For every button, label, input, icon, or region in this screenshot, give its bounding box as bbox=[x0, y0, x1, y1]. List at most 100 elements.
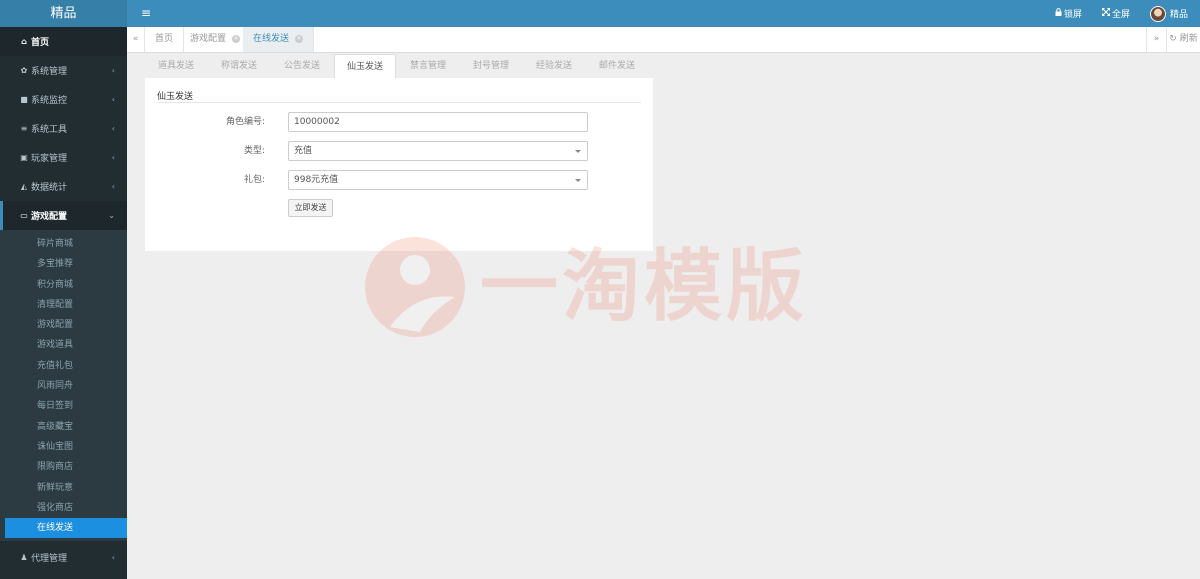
refresh-label: 刷新 bbox=[1179, 34, 1198, 44]
chevron-left-icon: ‹ bbox=[111, 153, 115, 162]
brand-logo[interactable]: 精品 bbox=[0, 0, 127, 27]
tab-online-send[interactable]: 在线发送 × bbox=[243, 27, 314, 52]
chevron-down-icon: ⌄ bbox=[108, 211, 115, 220]
tab-game-config[interactable]: 游戏配置 × bbox=[180, 27, 251, 52]
submenu-item[interactable]: 每日签到 bbox=[0, 396, 127, 416]
chevron-left-icon: ‹ bbox=[111, 95, 115, 104]
sidebar-item-system-tools[interactable]: ≡ 系统工具 ‹ bbox=[0, 114, 127, 143]
sidebar-item-system-manage[interactable]: ✿ 系统管理 ‹ bbox=[0, 56, 127, 85]
gear-icon: ✿ bbox=[20, 66, 28, 75]
role-row: 角色编号: 10000002 bbox=[145, 112, 653, 132]
close-icon[interactable]: × bbox=[231, 34, 240, 43]
submenu-item[interactable]: 清理配置 bbox=[0, 295, 127, 315]
sidebar-item-label: 代理管理 bbox=[31, 554, 68, 565]
sidebar-item-agent-manage[interactable]: ♟ 代理管理 ‹ bbox=[0, 543, 127, 572]
desktop-icon: ▭ bbox=[20, 211, 28, 220]
sidebar-item-home[interactable]: ⌂ 首页 bbox=[0, 27, 127, 56]
tab-label: 首页 bbox=[155, 34, 174, 44]
tab-exp-send[interactable]: 经验发送 bbox=[523, 54, 585, 78]
submenu-item-active[interactable]: 在线发送 bbox=[5, 518, 127, 539]
fullscreen-button[interactable]: 全屏 bbox=[1101, 7, 1130, 20]
fullscreen-label: 全屏 bbox=[1111, 10, 1130, 20]
submenu-item[interactable]: 多宝推荐 bbox=[0, 254, 127, 274]
watermark-text: 一淘模版 bbox=[480, 242, 809, 332]
submenu-item[interactable]: 强化商店 bbox=[0, 498, 127, 518]
role-label: 角色编号: bbox=[225, 117, 265, 127]
submenu-item[interactable]: 积分商城 bbox=[0, 275, 127, 295]
sidebar-item-label: 系统管理 bbox=[31, 67, 68, 77]
submenu-item[interactable]: 诛仙宝图 bbox=[0, 437, 127, 457]
submenu-item[interactable]: 限购商店 bbox=[0, 457, 127, 477]
lock-icon bbox=[1055, 8, 1062, 19]
refresh-icon: ↻ bbox=[1169, 34, 1177, 44]
gift-row: 礼包: 998元充值 bbox=[145, 170, 653, 190]
id-card-icon: ▣ bbox=[20, 153, 28, 162]
tab-mute-manage[interactable]: 禁言管理 bbox=[397, 54, 459, 78]
sidebar-item-statistics[interactable]: ◭ 数据统计 ‹ bbox=[0, 172, 127, 201]
submenu-item[interactable]: 游戏道具 bbox=[0, 335, 127, 355]
submenu-item[interactable]: 充值礼包 bbox=[0, 356, 127, 376]
page-tabs-bar: « 首页 游戏配置 × 在线发送 × » ↻ 刷新 bbox=[127, 27, 1200, 53]
chevron-left-icon: ‹ bbox=[111, 182, 115, 191]
type-select-value: 充值 bbox=[294, 146, 313, 156]
top-navbar: 精品 ≡ 锁屏 全屏 精品 bbox=[0, 0, 1200, 27]
gift-select[interactable]: 998元充值 bbox=[288, 170, 588, 190]
tab-jade-send[interactable]: 仙玉发送 bbox=[334, 54, 396, 78]
send-now-button[interactable]: 立即发送 bbox=[288, 199, 333, 217]
send-type-tabs: 道具发送 称谓发送 公告发送 仙玉发送 禁言管理 封号管理 经验发送 邮件发送 bbox=[145, 54, 649, 78]
tab-item-send[interactable]: 道具发送 bbox=[145, 54, 207, 78]
tab-mail-send[interactable]: 邮件发送 bbox=[586, 54, 648, 78]
chevron-left-icon: ‹ bbox=[111, 66, 115, 75]
submenu-item[interactable]: 高级藏宝 bbox=[0, 417, 127, 437]
game-config-submenu: 碎片商城 多宝推荐 积分商城 清理配置 游戏配置 游戏道具 充值礼包 风雨同舟 … bbox=[0, 230, 127, 542]
tab-title-send[interactable]: 称谓发送 bbox=[208, 54, 270, 78]
sidebar-item-player-manage[interactable]: ▣ 玩家管理 ‹ bbox=[0, 143, 127, 172]
sidebar: ⌂ 首页 ✿ 系统管理 ‹ ■ 系统监控 ‹ ≡ 系统工具 ‹ ▣ 玩家管理 ‹… bbox=[0, 27, 127, 579]
type-label: 类型: bbox=[243, 146, 265, 156]
user-name: 精品 bbox=[1169, 10, 1188, 20]
watermark: 一淘模版 bbox=[360, 232, 850, 342]
close-icon[interactable]: × bbox=[294, 34, 303, 43]
expand-icon bbox=[1101, 8, 1110, 19]
caret-down-icon bbox=[575, 179, 581, 182]
tabs-backward-icon[interactable]: « bbox=[127, 27, 145, 52]
tab-label: 游戏配置 bbox=[190, 34, 227, 44]
jade-send-panel: 仙玉发送 角色编号: 10000002 类型: 充值 礼包: 998元充值 立即… bbox=[145, 78, 653, 251]
tab-label: 在线发送 bbox=[253, 34, 290, 44]
sidebar-item-label: 系统工具 bbox=[31, 125, 68, 135]
sidebar-item-system-monitor[interactable]: ■ 系统监控 ‹ bbox=[0, 85, 127, 114]
user-menu[interactable]: 精品 bbox=[1149, 5, 1188, 22]
caret-down-icon bbox=[575, 150, 581, 153]
sidebar-item-label: 首页 bbox=[31, 38, 50, 48]
menu-toggle-icon[interactable]: ≡ bbox=[141, 0, 151, 27]
refresh-button[interactable]: ↻ 刷新 bbox=[1166, 27, 1200, 52]
panel-title: 仙玉发送 bbox=[157, 89, 641, 103]
tab-ban-manage[interactable]: 封号管理 bbox=[460, 54, 522, 78]
chevron-left-icon: ‹ bbox=[111, 553, 115, 563]
avatar bbox=[1149, 5, 1166, 22]
type-select[interactable]: 充值 bbox=[288, 141, 588, 161]
tab-notice-send[interactable]: 公告发送 bbox=[271, 54, 333, 78]
gift-select-value: 998元充值 bbox=[294, 175, 339, 185]
top-actions: 锁屏 全屏 精品 bbox=[1055, 0, 1200, 27]
area-chart-icon: ◭ bbox=[20, 182, 28, 191]
users-icon: ♟ bbox=[20, 553, 28, 563]
lock-screen-label: 锁屏 bbox=[1063, 10, 1082, 20]
sidebar-item-label: 游戏配置 bbox=[31, 212, 68, 222]
tab-home[interactable]: 首页 bbox=[145, 27, 185, 52]
sidebar-item-label: 系统监控 bbox=[31, 96, 68, 106]
role-id-input[interactable]: 10000002 bbox=[288, 112, 588, 132]
sidebar-item-label: 数据统计 bbox=[31, 183, 68, 193]
gift-label: 礼包: bbox=[243, 175, 265, 185]
sidebar-item-game-config[interactable]: ▭ 游戏配置 ⌄ bbox=[0, 201, 127, 230]
submenu-item[interactable]: 风雨同舟 bbox=[0, 376, 127, 396]
tabs-forward-icon[interactable]: » bbox=[1146, 27, 1166, 52]
type-row: 类型: 充值 bbox=[145, 141, 653, 161]
lock-screen-button[interactable]: 锁屏 bbox=[1055, 7, 1082, 20]
video-icon: ■ bbox=[20, 95, 28, 104]
bars-icon: ≡ bbox=[20, 124, 28, 133]
watermark-logo-icon bbox=[365, 237, 465, 337]
submenu-item[interactable]: 碎片商城 bbox=[0, 234, 127, 254]
submenu-item[interactable]: 游戏配置 bbox=[0, 315, 127, 335]
submenu-item[interactable]: 新鲜玩意 bbox=[0, 478, 127, 498]
